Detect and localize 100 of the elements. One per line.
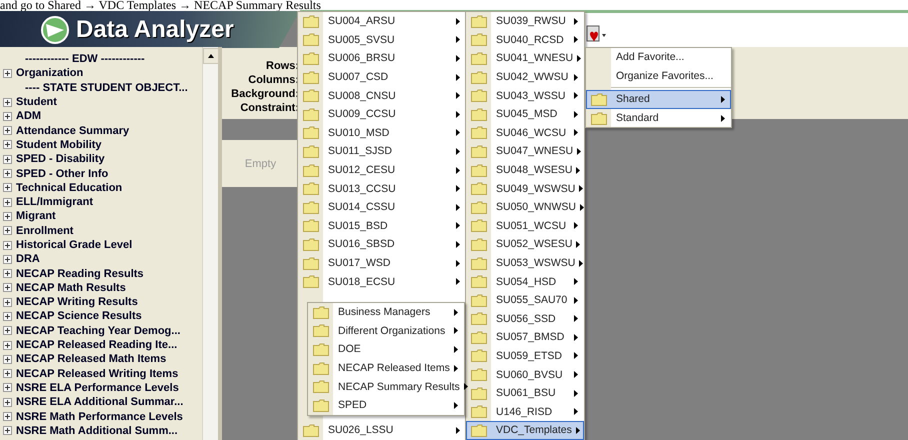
tree-item[interactable]: Student — [16, 96, 57, 108]
expand-icon[interactable] — [3, 169, 12, 178]
menu-item[interactable]: NECAP Summary Results — [308, 377, 464, 396]
tree-item[interactable]: ADM — [16, 110, 42, 122]
tree-item[interactable]: Historical Grade Level — [16, 239, 132, 251]
tree-item[interactable]: Organization — [16, 67, 84, 80]
menu-item[interactable]: SU006_BRSU — [298, 49, 466, 68]
menu-item[interactable]: SPED — [308, 396, 464, 415]
tree-item[interactable]: NECAP Released Writing Items — [16, 368, 178, 380]
menu-item[interactable]: SU051_WCSU — [466, 216, 584, 236]
tree-item[interactable]: NSRE ELA Additional Summar... — [16, 396, 184, 408]
expand-icon[interactable] — [3, 140, 12, 150]
menu-item[interactable]: SU050_WNWSU — [466, 198, 584, 217]
menu-item[interactable]: SU061_BSU — [466, 384, 584, 402]
menu-item[interactable]: SU014_CSSU — [298, 198, 466, 217]
tree-item[interactable]: SPED - Disability — [16, 153, 105, 166]
menu-item[interactable]: Add Favorite... — [586, 48, 731, 67]
tree-item[interactable]: NECAP Released Reading Ite... — [16, 339, 178, 352]
expand-icon[interactable] — [3, 369, 12, 378]
expand-icon[interactable] — [3, 326, 12, 336]
menu-item[interactable]: SU009_CCSU — [298, 104, 466, 124]
tree-item[interactable]: ELL/Immigrant — [16, 196, 94, 208]
expand-icon[interactable] — [3, 154, 12, 164]
expand-icon[interactable] — [3, 112, 12, 121]
menu-item[interactable]: VDC_Templates — [466, 421, 584, 440]
menu-item[interactable]: SU012_CESU — [298, 160, 466, 180]
menu-item[interactable]: SU052_WSESU — [466, 235, 584, 254]
menu-item[interactable]: SU059_ETSD — [466, 346, 584, 366]
menu-item[interactable]: SU060_BVSU — [466, 365, 584, 384]
tree-item[interactable]: NSRE ELA Performance Levels — [16, 382, 179, 394]
menu-item[interactable]: SU018_ECSU — [298, 272, 466, 291]
expand-icon[interactable] — [3, 212, 12, 221]
menu-item[interactable]: SU010_MSD — [298, 124, 466, 142]
menu-item[interactable]: Organize Favorites... — [586, 66, 731, 86]
menu-item[interactable]: SU047_WNESU — [466, 142, 584, 161]
expand-icon[interactable] — [3, 354, 12, 364]
expand-icon[interactable] — [3, 312, 12, 321]
menu-item[interactable]: Shared — [586, 90, 731, 109]
menu-item[interactable]: Business Managers — [308, 303, 464, 322]
menu-item[interactable]: SU011_SJSD — [298, 142, 466, 161]
menu-item[interactable]: SU007_CSD — [298, 68, 466, 86]
menu-item[interactable]: SU004_ARSU — [298, 12, 466, 31]
menu-item[interactable]: SU045_MSD — [466, 104, 584, 124]
expand-icon[interactable] — [3, 426, 12, 436]
menu-item[interactable]: SU005_SVSU — [298, 30, 466, 50]
menu-item[interactable]: SU013_CCSU — [298, 179, 466, 198]
menu-item[interactable]: Different Organizations — [308, 322, 464, 340]
menu-item[interactable]: SU016_SBSD — [298, 235, 466, 254]
tree-item[interactable]: Student Mobility — [16, 138, 102, 151]
menu-item[interactable]: SU056_SSD — [466, 310, 584, 328]
expand-icon[interactable] — [3, 298, 12, 307]
menu-item[interactable]: SU049_WSWSU — [466, 179, 584, 198]
expand-icon[interactable] — [3, 240, 12, 250]
tree-item[interactable]: NECAP Science Results — [16, 310, 142, 322]
tree-item[interactable]: Technical Education — [16, 182, 122, 194]
expand-icon[interactable] — [3, 98, 12, 107]
scroll-up-icon[interactable] — [203, 48, 219, 64]
expand-icon[interactable] — [3, 383, 12, 392]
tree-item[interactable]: Migrant — [16, 210, 56, 222]
menu-item[interactable]: SU043_WSSU — [466, 86, 584, 105]
expand-icon[interactable] — [3, 198, 12, 207]
tree-item[interactable]: NECAP Math Results — [16, 282, 126, 294]
tree-item[interactable]: NECAP Writing Results — [16, 296, 138, 308]
expand-icon[interactable] — [3, 398, 12, 407]
menu-item[interactable]: SU053_WSWSU — [466, 254, 584, 272]
tree-item[interactable]: NECAP Teaching Year Demog... — [16, 324, 180, 337]
expand-icon[interactable] — [3, 283, 12, 292]
expand-icon[interactable] — [3, 183, 12, 192]
tree-item[interactable]: NECAP Reading Results — [16, 268, 144, 280]
menu-item[interactable]: SU055_SAU70 — [466, 290, 584, 310]
scrollbar[interactable] — [202, 47, 218, 440]
expand-icon[interactable] — [3, 68, 12, 78]
menu-item[interactable]: U146_RISD — [466, 402, 584, 422]
tree-item[interactable]: Enrollment — [16, 224, 74, 237]
tree-item[interactable]: NSRE Math Additional Summ... — [16, 424, 178, 437]
menu-item[interactable]: SU015_BSD — [298, 216, 466, 236]
menu-item[interactable]: SU026_LSSU — [298, 421, 466, 440]
menu-item[interactable]: SU008_CNSU — [298, 86, 466, 105]
tree-item[interactable]: DRA — [16, 253, 40, 266]
menu-item[interactable]: SU042_WWSU — [466, 68, 584, 86]
expand-icon[interactable] — [3, 412, 12, 422]
menu-item[interactable]: SU046_WCSU — [466, 124, 584, 142]
menu-item[interactable]: SU040_RCSD — [466, 30, 584, 50]
tree-item[interactable]: SPED - Other Info — [16, 168, 108, 180]
menu-item[interactable]: SU041_WNESU — [466, 49, 584, 68]
menu-item[interactable]: SU039_RWSU — [466, 12, 584, 31]
tree-item[interactable]: NECAP Released Math Items — [16, 353, 166, 366]
menu-item[interactable]: NECAP Released Items — [308, 358, 464, 378]
expand-icon[interactable] — [3, 269, 12, 278]
menu-item[interactable]: DOE — [308, 340, 464, 359]
expand-icon[interactable] — [3, 226, 12, 236]
menu-item[interactable]: SU048_WSESU — [466, 160, 584, 180]
tree-item[interactable]: Attendance Summary — [16, 124, 130, 137]
expand-icon[interactable] — [3, 126, 12, 136]
menu-item[interactable]: SU057_BMSD — [466, 328, 584, 347]
tree-item[interactable]: NSRE Math Performance Levels — [16, 410, 183, 423]
menu-item[interactable]: SU054_HSD — [466, 272, 584, 291]
menu-item[interactable]: Standard — [586, 108, 731, 128]
menu-item[interactable]: SU017_WSD — [298, 254, 466, 272]
expand-icon[interactable] — [3, 340, 12, 350]
